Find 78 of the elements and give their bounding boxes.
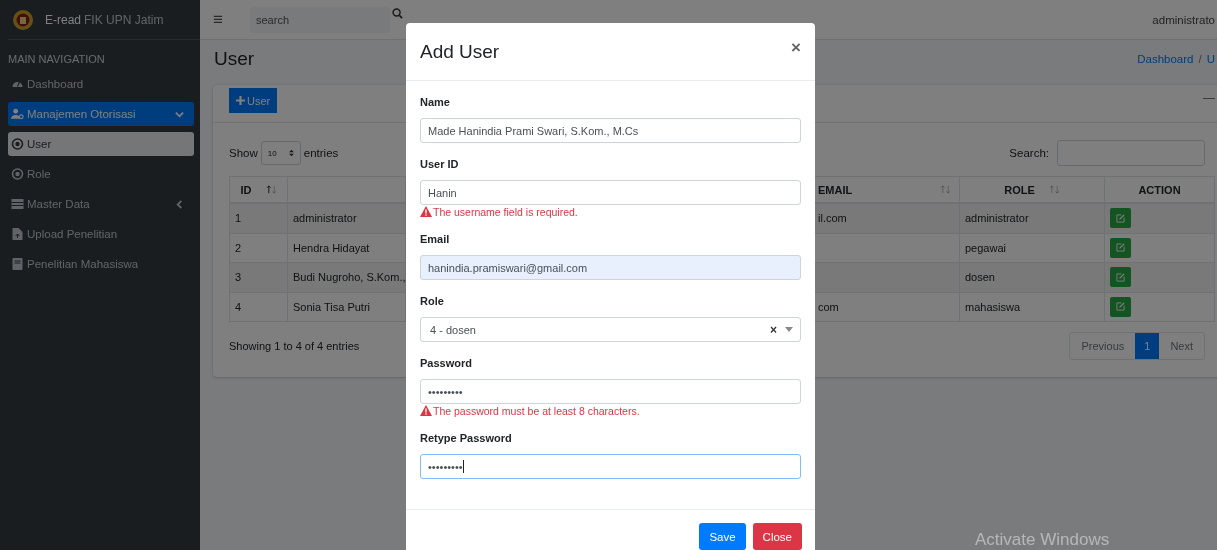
- sidebar-item[interactable]: Upload Penelitian: [8, 222, 194, 246]
- input-field[interactable]: •••••••••: [420, 454, 801, 479]
- sidebar-item[interactable]: Penelitian Mahasiswa: [8, 252, 194, 276]
- pagination-button[interactable]: Previous: [1070, 333, 1136, 359]
- table-cell: Budi Nugroho, S.Kom.,: [288, 263, 406, 293]
- book-icon: [11, 258, 24, 270]
- input-field[interactable]: hanindia.pramiswari@gmail.com: [420, 255, 801, 280]
- edit-button[interactable]: [1110, 237, 1131, 258]
- dialog-title: Add User: [420, 40, 500, 63]
- user-name[interactable]: administrato: [1152, 13, 1215, 26]
- plus-icon: [236, 96, 245, 105]
- collapse-button[interactable]: —: [1203, 90, 1215, 105]
- table-cell: dosen: [960, 263, 1105, 293]
- field-label: Role: [420, 294, 445, 309]
- field-label: Name: [420, 95, 451, 110]
- add-user-button[interactable]: User: [229, 88, 278, 113]
- warning-icon: [420, 206, 432, 217]
- dropdown-arrow-icon: [785, 327, 793, 332]
- breadcrumb-link[interactable]: U: [1206, 53, 1215, 65]
- table-cell: administrator: [288, 204, 406, 234]
- table-info: Showing 1 to 4 of 4 entries: [229, 340, 360, 352]
- table-icon: [11, 198, 24, 210]
- edit-icon: [1116, 302, 1125, 312]
- edit-button[interactable]: [1110, 296, 1131, 317]
- table-cell: 4: [229, 292, 288, 322]
- sidebar-item[interactable]: User: [8, 132, 194, 156]
- edit-button[interactable]: [1110, 208, 1131, 229]
- input-field[interactable]: Hanin: [420, 180, 801, 205]
- table-search-field[interactable]: [1057, 140, 1205, 166]
- page-size-select[interactable]: 10: [260, 141, 301, 165]
- table-cell: administrator: [960, 204, 1105, 234]
- error-message: The username field is required.: [433, 205, 578, 218]
- select-field[interactable]: 4 - dosen ×: [420, 317, 801, 342]
- edit-icon: [1116, 243, 1125, 253]
- clear-button[interactable]: ×: [770, 322, 777, 337]
- table-cell: 3: [229, 263, 288, 293]
- close-button[interactable]: Close: [752, 523, 802, 550]
- breadcrumb-link[interactable]: Dashboard: [1137, 53, 1194, 65]
- input-field[interactable]: •••••••••: [420, 379, 801, 404]
- edit-icon: [1116, 272, 1125, 282]
- nav-header: MAIN NAVIGATION: [8, 52, 106, 67]
- pagination-button[interactable]: Next: [1159, 333, 1204, 359]
- file-upload-icon: [11, 228, 24, 240]
- edit-icon: [1116, 213, 1125, 223]
- menu-button[interactable]: ≡: [213, 9, 237, 30]
- warning-icon: [420, 405, 432, 416]
- breadcrumb-separator: /: [1198, 53, 1202, 65]
- save-button[interactable]: Save: [699, 523, 746, 550]
- table-cell: il.com: [815, 204, 960, 234]
- search-field[interactable]: search: [250, 6, 390, 33]
- brand-title: E-read: [45, 12, 82, 27]
- circle-dot-icon: [11, 168, 24, 180]
- search-icon[interactable]: [392, 8, 403, 19]
- page-title: User: [214, 48, 255, 70]
- table-cell: 1: [229, 204, 288, 234]
- circle-dot-icon: [11, 138, 24, 150]
- brand-subtitle: FIK UPN Jatim: [84, 12, 164, 27]
- sidebar-item[interactable]: Dashboard: [8, 72, 194, 96]
- input-field[interactable]: Made Hanindia Prami Swari, S.Kom., M.Cs: [420, 118, 801, 143]
- emblem-icon: [12, 8, 34, 31]
- field-label: Email: [420, 232, 451, 247]
- search-label: Search:: [1009, 147, 1049, 159]
- entries-label: entries: [303, 147, 339, 159]
- table-cell: mahasiswa: [960, 292, 1105, 322]
- field-label: User ID: [420, 157, 460, 172]
- error-message: The password must be at least 8 characters.: [433, 404, 640, 417]
- field-label: Retype Password: [420, 431, 513, 446]
- field-label: Password: [420, 356, 473, 371]
- edit-button[interactable]: [1110, 267, 1131, 288]
- spinner-icon: [288, 149, 294, 157]
- user-gear-icon: [11, 108, 24, 120]
- sidebar-item[interactable]: Role: [8, 162, 194, 186]
- show-label: Show: [229, 147, 258, 159]
- close-button[interactable]: ×: [791, 37, 801, 58]
- pagination-button[interactable]: 1: [1135, 333, 1160, 359]
- activation-notice: Activate Windows: [975, 530, 1110, 550]
- sidebar-item[interactable]: Manajemen Otorisasi: [8, 102, 194, 126]
- sidebar-item[interactable]: Master Data: [8, 192, 194, 216]
